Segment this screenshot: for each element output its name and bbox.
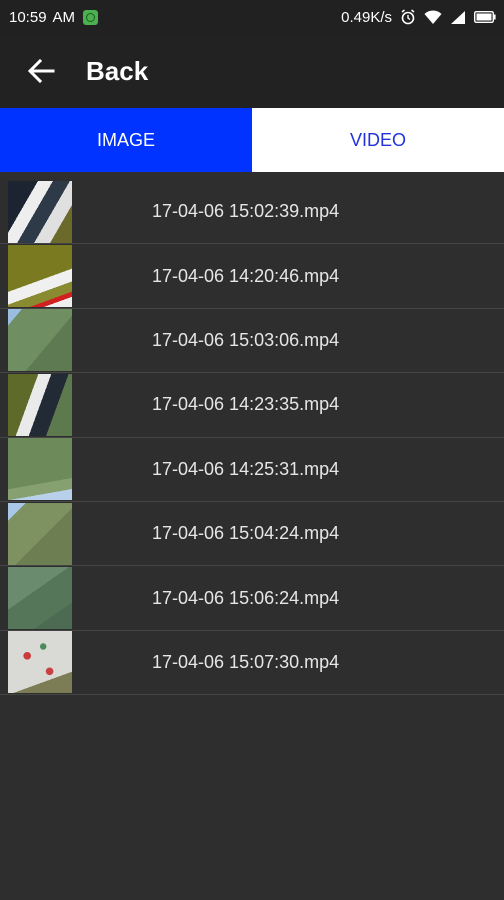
wifi-icon xyxy=(424,9,442,24)
back-button[interactable]: Back xyxy=(86,56,148,87)
file-name: 17-04-06 14:20:46.mp4 xyxy=(152,265,340,286)
video-thumbnail xyxy=(8,567,72,630)
tab-video[interactable]: VIDEO xyxy=(252,108,504,172)
video-thumbnail xyxy=(8,631,72,694)
status-bar-left: 10:59 AM xyxy=(0,8,99,26)
video-file-list: 17-04-06 15:02:39.mp4 17-04-06 14:20:46.… xyxy=(0,180,504,696)
video-thumbnail xyxy=(8,438,72,501)
list-item[interactable]: 17-04-06 15:06:24.mp4 xyxy=(0,566,504,631)
list-item[interactable]: 17-04-06 14:20:46.mp4 xyxy=(0,244,504,309)
status-ampm: AM xyxy=(52,8,76,26)
file-name: 17-04-06 15:03:06.mp4 xyxy=(152,329,340,350)
list-item[interactable]: 17-04-06 15:02:39.mp4 xyxy=(0,180,504,245)
alarm-icon xyxy=(401,9,415,25)
file-name: 17-04-06 15:07:30.mp4 xyxy=(152,651,340,672)
list-item[interactable]: 17-04-06 14:23:35.mp4 xyxy=(0,373,504,438)
list-item[interactable]: 17-04-06 14:25:31.mp4 xyxy=(0,438,504,502)
tab-image[interactable]: IMAGE xyxy=(0,108,252,172)
status-bar: 10:59 AM 0.49K/s xyxy=(0,0,504,34)
tab-bar: IMAGE VIDEO xyxy=(0,108,504,172)
video-thumbnail xyxy=(8,180,72,243)
video-thumbnail xyxy=(8,502,72,565)
video-thumbnail xyxy=(8,373,72,436)
file-name: 17-04-06 15:02:39.mp4 xyxy=(152,201,340,222)
list-item[interactable]: 17-04-06 15:04:24.mp4 xyxy=(0,502,504,567)
network-speed: 0.49K/s xyxy=(341,8,392,26)
file-name: 17-04-06 15:06:24.mp4 xyxy=(152,587,340,608)
status-bar-right: 0.49K/s xyxy=(341,9,504,26)
list-item[interactable]: 17-04-06 15:03:06.mp4 xyxy=(0,309,504,374)
video-thumbnail xyxy=(8,309,72,372)
list-item[interactable]: 17-04-06 15:07:30.mp4 xyxy=(0,631,504,696)
app-notification-icon xyxy=(83,9,99,25)
file-name: 17-04-06 14:23:35.mp4 xyxy=(152,394,340,415)
file-name: 17-04-06 14:25:31.mp4 xyxy=(152,458,340,479)
arrow-left-icon[interactable] xyxy=(26,56,56,86)
video-thumbnail xyxy=(8,245,72,308)
app-bar: Back xyxy=(0,34,504,108)
file-name: 17-04-06 15:04:24.mp4 xyxy=(152,523,340,544)
status-time: 10:59 xyxy=(9,8,47,26)
signal-icon xyxy=(451,11,465,24)
battery-icon xyxy=(474,11,496,23)
